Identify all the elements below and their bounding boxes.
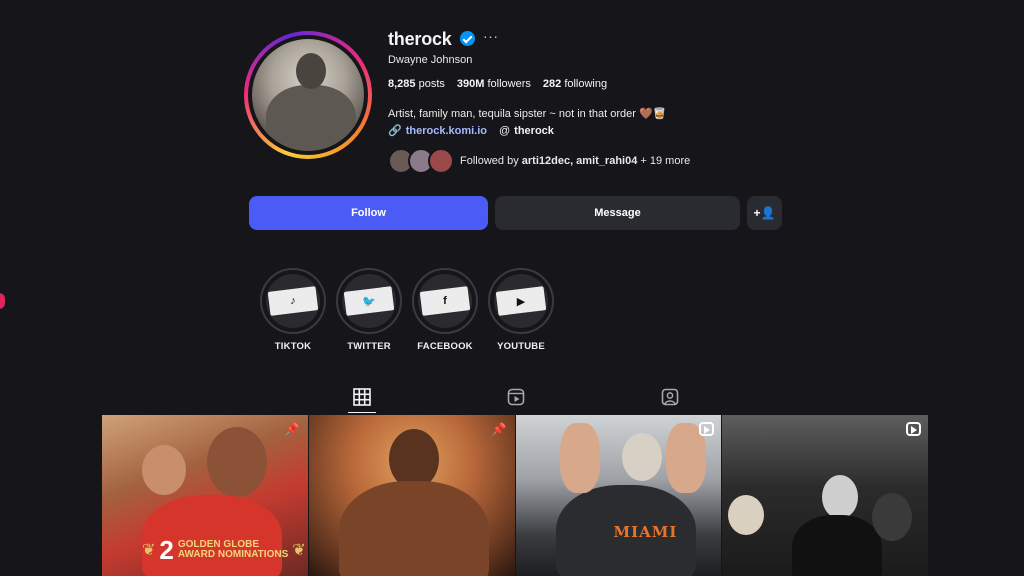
threads-link[interactable]: @ therock xyxy=(499,125,554,137)
avatar-photo xyxy=(252,39,364,151)
threads-icon: @ xyxy=(499,124,511,137)
reels-icon[interactable] xyxy=(506,387,526,407)
profile-stats: 8,285 posts 390M followers 282 following xyxy=(388,78,607,90)
profile-tabs xyxy=(102,381,928,413)
add-user-button[interactable]: +👤 xyxy=(747,196,782,230)
pin-icon: 📌 xyxy=(284,422,300,436)
follower-avatars xyxy=(388,148,454,174)
profile-avatar[interactable] xyxy=(244,31,372,159)
following-stat[interactable]: 282 following xyxy=(543,78,607,90)
posts-grid: 📌 ❦ 2 GOLDEN GLOBE AWARD NOMINATIONS ❦ 📌… xyxy=(102,415,928,576)
tagged-icon[interactable] xyxy=(660,387,680,407)
pin-icon: 📌 xyxy=(491,422,507,436)
followed-by[interactable]: Followed by arti12dec, amit_rahi04 + 19 … xyxy=(388,148,690,174)
reel-icon xyxy=(906,422,921,436)
highlight-youtube[interactable]: ▶ YOUTUBE xyxy=(487,268,555,352)
profile-full-name: Dwayne Johnson xyxy=(388,54,473,66)
post-tile[interactable]: MIAMI xyxy=(515,415,722,576)
reel-icon xyxy=(699,422,715,436)
notification-dot xyxy=(0,293,5,309)
threads-handle: therock xyxy=(514,124,554,137)
link-icon: 🔗 xyxy=(388,125,402,137)
add-user-icon: +👤 xyxy=(753,206,776,220)
shirt-text: MIAMI xyxy=(613,523,678,541)
posts-stat: 8,285 posts xyxy=(388,78,445,90)
more-options-icon[interactable]: ··· xyxy=(483,28,499,44)
youtube-icon: ▶ xyxy=(516,296,526,308)
avatar xyxy=(428,148,454,174)
profile-username: therock xyxy=(388,29,452,49)
profile-bio: Artist, family man, tequila sipster ~ no… xyxy=(388,108,667,120)
award-overlay: ❦ 2 GOLDEN GLOBE AWARD NOMINATIONS ❦ xyxy=(142,535,306,565)
highlight-twitter[interactable]: 🐦 TWITTER xyxy=(335,268,403,352)
grid-icon[interactable] xyxy=(352,387,372,407)
external-link-text: therock.komi.io xyxy=(405,124,487,137)
profile-links: 🔗 therock.komi.io @ therock xyxy=(388,124,554,138)
post-tile[interactable]: 📌 ❦ 2 GOLDEN GLOBE AWARD NOMINATIONS ❦ xyxy=(102,415,308,576)
follower-names: arti12dec, amit_rahi04 xyxy=(521,155,638,167)
active-tab-indicator xyxy=(348,412,376,413)
highlight-facebook[interactable]: f FACEBOOK xyxy=(411,268,479,352)
twitter-icon: 🐦 xyxy=(362,296,376,308)
follow-button[interactable]: Follow xyxy=(249,196,488,230)
post-tile[interactable] xyxy=(722,415,928,576)
post-tile[interactable]: 📌 xyxy=(308,415,515,576)
facebook-icon: f xyxy=(443,295,447,307)
external-link[interactable]: 🔗 therock.komi.io xyxy=(388,124,487,138)
highlight-label: FACEBOOK xyxy=(417,341,473,352)
verified-badge-icon xyxy=(460,31,475,46)
tiktok-icon: ♪ xyxy=(290,295,296,307)
highlight-label: YOUTUBE xyxy=(497,341,545,352)
highlight-tiktok[interactable]: ♪ TIKTOK xyxy=(259,268,327,352)
followers-stat[interactable]: 390M followers xyxy=(457,78,531,90)
message-button[interactable]: Message xyxy=(495,196,740,230)
highlight-label: TWITTER xyxy=(347,341,391,352)
highlight-label: TIKTOK xyxy=(274,341,312,352)
